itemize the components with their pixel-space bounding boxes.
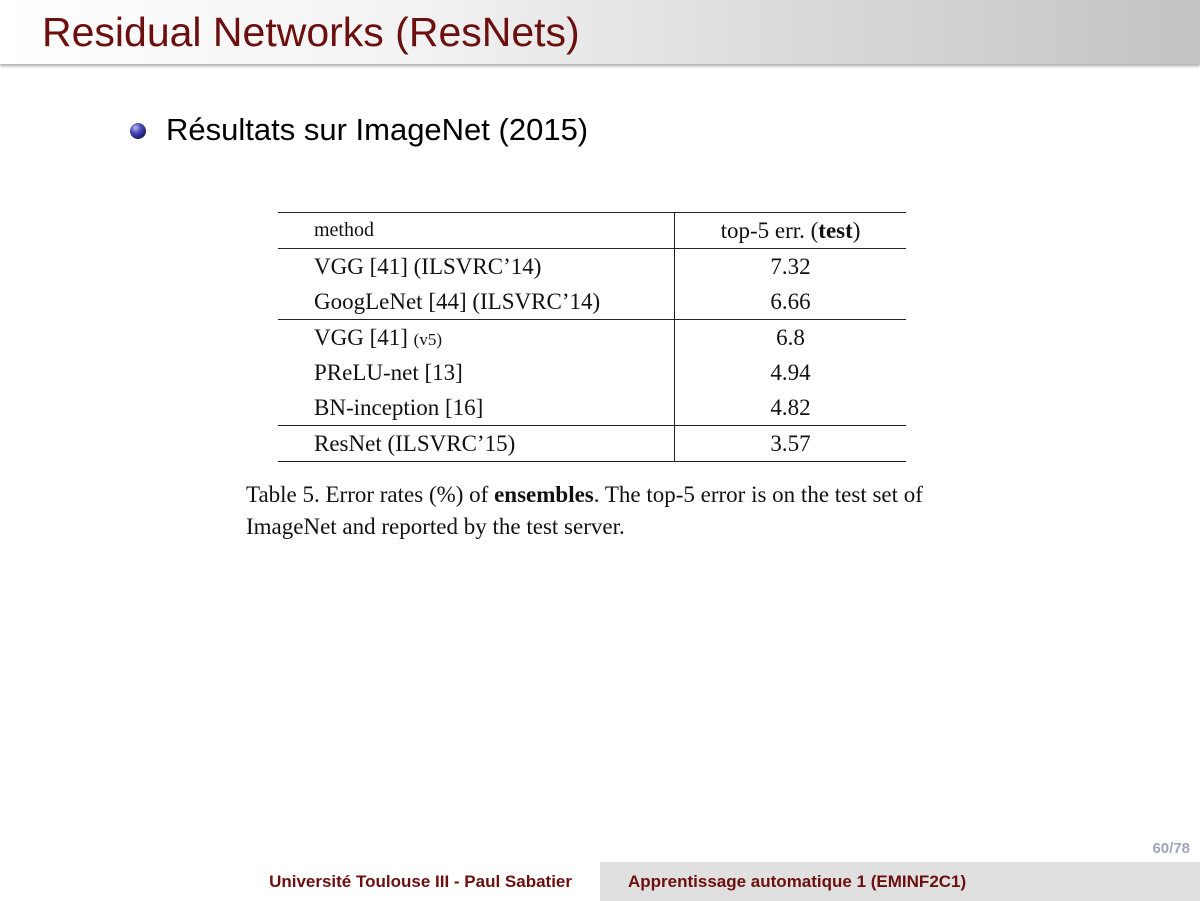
row-error: 6.8 xyxy=(776,324,805,350)
footer-institution-text: Université Toulouse III - Paul Sabatier xyxy=(269,871,572,891)
row-error: 4.82 xyxy=(770,394,811,420)
row-method: VGG [41] (v5) xyxy=(278,319,675,355)
header-method: method xyxy=(278,212,675,249)
row-method: BN-inception [16] xyxy=(278,390,675,426)
caption-prefix: Table 5. Error rates (%) of xyxy=(246,482,495,507)
table-row: VGG [41] (v5) 6.8 xyxy=(278,319,906,355)
row-error: 7.32 xyxy=(770,253,811,279)
footer-institution: Université Toulouse III - Paul Sabatier xyxy=(0,862,600,901)
table-row: GoogLeNet [44] (ILSVRC’14) 6.66 xyxy=(278,284,906,320)
table-row: VGG [41] (ILSVRC’14) 7.32 xyxy=(278,248,906,284)
title-bar: Residual Networks (ResNets) xyxy=(0,0,1200,64)
footer-course: Apprentissage automatique 1 (EMINF2C1) xyxy=(600,862,1200,901)
row-method: PReLU-net [13] xyxy=(278,355,675,390)
row-method-suffix: (v5) xyxy=(413,329,442,349)
header-err-prefix: top-5 err. ( xyxy=(720,217,819,243)
row-error: 3.57 xyxy=(770,430,811,456)
row-method: GoogLeNet [44] (ILSVRC’14) xyxy=(278,284,675,320)
slide-title: Residual Networks (ResNets) xyxy=(42,9,580,55)
table-row-highlight: ResNet (ILSVRC’15) 3.57 xyxy=(278,425,906,462)
table-row: PReLU-net [13] 4.94 xyxy=(278,355,906,390)
header-err-suffix: ) xyxy=(852,217,861,243)
results-table: method top-5 err. (test) VGG [41] (ILSVR… xyxy=(278,212,906,462)
page-number: 60/78 xyxy=(1152,840,1190,857)
header-err-bold: test xyxy=(818,217,853,243)
table-row: BN-inception [16] 4.82 xyxy=(278,390,906,426)
header-top5-error: top-5 err. (test) xyxy=(675,213,907,249)
row-method: VGG [41] (ILSVRC’14) xyxy=(278,248,675,284)
table-caption: Table 5. Error rates (%) of ensembles. T… xyxy=(246,479,946,543)
caption-bold: ensembles xyxy=(494,482,594,507)
bullet-text: Résultats sur ImageNet (2015) xyxy=(166,112,589,147)
bullet-icon xyxy=(130,123,146,139)
row-method-name: VGG [41] xyxy=(314,324,414,350)
table-header-row: method top-5 err. (test) xyxy=(278,212,907,249)
row-error: 6.66 xyxy=(770,288,811,314)
row-method: ResNet (ILSVRC’15) xyxy=(278,425,675,462)
row-error: 4.94 xyxy=(770,359,811,385)
footer-course-text: Apprentissage automatique 1 (EMINF2C1) xyxy=(628,871,967,891)
